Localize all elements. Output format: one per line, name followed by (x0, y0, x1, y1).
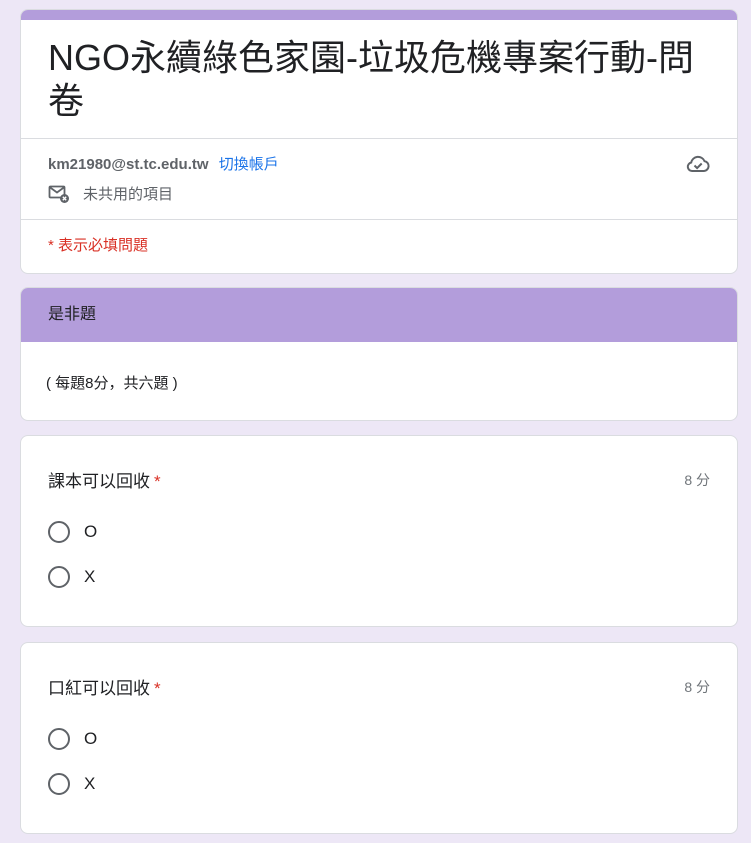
share-status-text: 未共用的項目 (83, 186, 174, 203)
option-label: X (84, 774, 96, 793)
radio-option-x[interactable]: X (48, 566, 95, 588)
question-text: 口紅可以回收 (48, 679, 150, 698)
cloud-saved-icon (686, 155, 710, 172)
form-header-card: NGO永續綠色家園-垃圾危機專案行動-問卷 km21980@st.tc.edu.… (20, 9, 738, 274)
header-accent-bar (21, 10, 737, 20)
option-label: O (84, 522, 98, 541)
required-asterisk: * (154, 679, 161, 698)
question-card: 課本可以回收 * 8 分 O X (20, 435, 738, 627)
radio-button[interactable] (48, 728, 70, 750)
radio-button[interactable] (48, 566, 70, 588)
option-label: X (84, 567, 96, 586)
account-row: km21980@st.tc.edu.tw 切換帳戶 (48, 153, 279, 174)
required-note: * 表示必填問題 (48, 237, 149, 254)
divider (21, 138, 737, 139)
question-title: 口紅可以回收 * (48, 674, 161, 699)
question-points: 8 分 (684, 679, 710, 695)
section-card: 是非題 ( 每題8分，共六題 ) (20, 287, 738, 421)
share-status-row: 未共用的項目 (48, 183, 173, 204)
radio-option-o[interactable]: O (48, 521, 97, 543)
question-title: 課本可以回收 * (48, 467, 161, 492)
radio-button[interactable] (48, 521, 70, 543)
radio-option-x[interactable]: X (48, 773, 95, 795)
question-text: 課本可以回收 (48, 472, 150, 491)
account-email: km21980@st.tc.edu.tw (48, 156, 209, 173)
radio-button[interactable] (48, 773, 70, 795)
radio-option-o[interactable]: O (48, 728, 97, 750)
switch-account-link[interactable]: 切換帳戶 (219, 156, 279, 173)
option-label: O (84, 729, 98, 748)
question-points: 8 分 (684, 472, 710, 488)
divider (21, 219, 737, 220)
question-card: 口紅可以回收 * 8 分 O X (20, 642, 738, 834)
mail-not-shared-icon (48, 185, 69, 203)
required-asterisk: * (154, 472, 161, 491)
form-title: NGO永續綠色家園-垃圾危機專案行動-問卷 (48, 37, 694, 121)
section-title: 是非題 (21, 288, 737, 342)
section-description: ( 每題8分，共六題 ) (46, 375, 178, 392)
